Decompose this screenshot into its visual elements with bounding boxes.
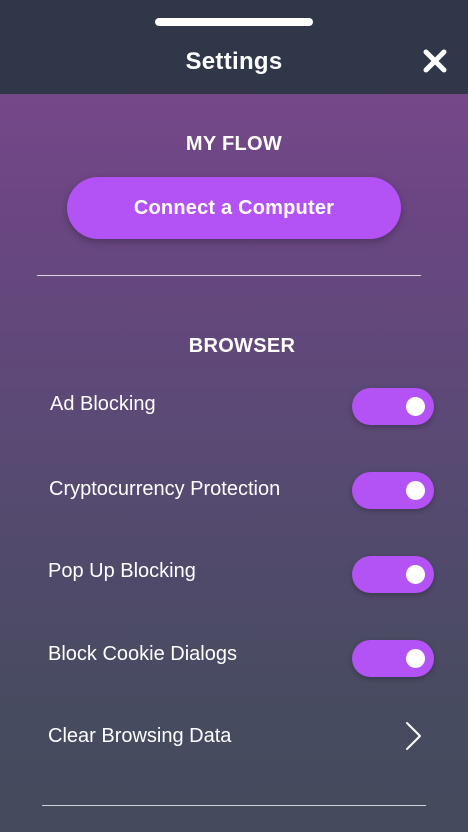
clear-browsing-data-row[interactable]: Clear Browsing Data [0,706,468,766]
toggle-knob [406,397,425,416]
toggle-knob [406,565,425,584]
pop-up-blocking-label: Pop Up Blocking [48,560,196,582]
toggle-knob [406,649,425,668]
section-title-browser: BROWSER [188,335,296,357]
section-title-my-flow: MY FLOW [185,133,283,155]
toggle-knob [406,481,425,500]
divider [37,275,421,276]
drag-handle[interactable] [155,18,313,26]
clear-browsing-data-chevron[interactable] [402,720,426,752]
close-icon [423,49,447,73]
header-bar: Settings [0,0,468,94]
ad-blocking-toggle[interactable] [352,388,434,425]
block-cookie-dialogs-label: Block Cookie Dialogs [48,643,237,665]
close-button[interactable] [418,44,452,78]
pop-up-blocking-toggle[interactable] [352,556,434,593]
cryptocurrency-protection-label: Cryptocurrency Protection [49,478,281,500]
page-title: Settings [185,48,283,75]
block-cookie-dialogs-toggle[interactable] [352,640,434,677]
chevron-right-icon [406,722,421,750]
ad-blocking-label: Ad Blocking [50,393,156,415]
settings-screen: Settings MY FLOW Connect a Computer BROW… [0,0,468,832]
divider [42,805,426,806]
connect-computer-button[interactable]: Connect a Computer [67,177,401,239]
cryptocurrency-protection-toggle[interactable] [352,472,434,509]
clear-browsing-data-label: Clear Browsing Data [48,725,232,747]
